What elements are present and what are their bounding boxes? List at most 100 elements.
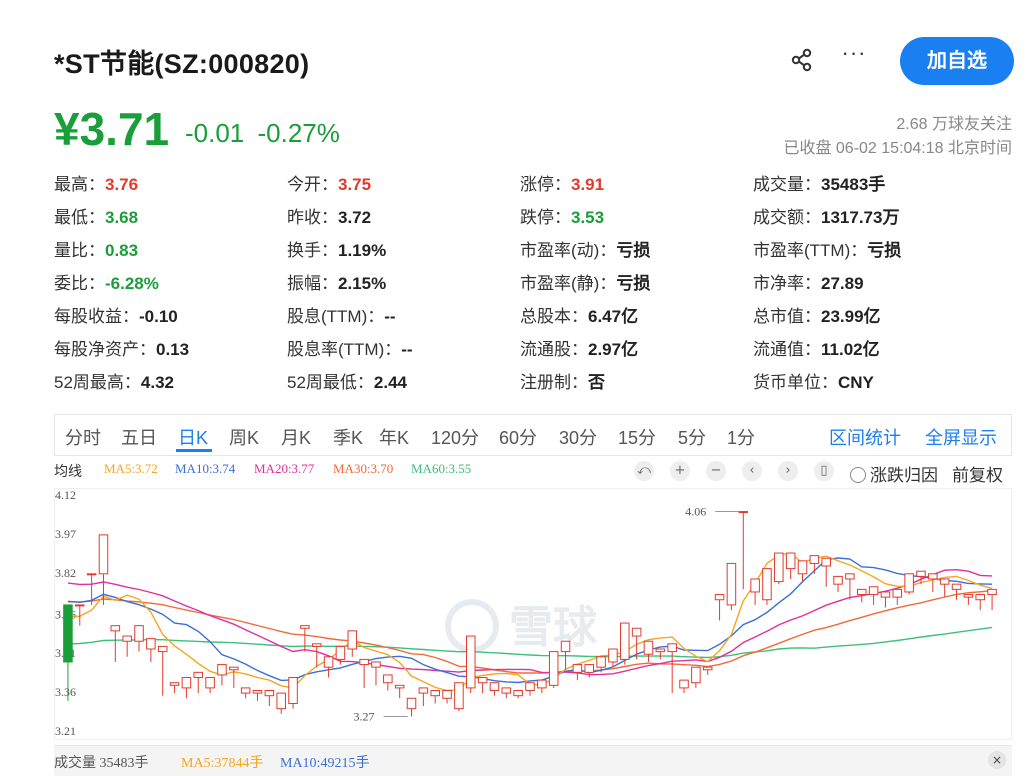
- candle: [454, 682, 464, 712]
- candle: [845, 573, 855, 600]
- candle: [442, 690, 452, 704]
- close-icon[interactable]: ×: [988, 751, 1006, 769]
- quote-label: 市盈率(TTM)：: [753, 241, 868, 260]
- candle-body: [904, 573, 914, 593]
- quote-label: 成交额：: [753, 208, 821, 227]
- candle: [122, 635, 132, 657]
- range-stats-link[interactable]: 区间统计: [829, 424, 901, 450]
- quote-value: 35483手: [821, 175, 886, 194]
- candle-body: [963, 594, 974, 598]
- reset-icon[interactable]: ⤺: [634, 461, 654, 481]
- ma10-label: MA10:3.74: [175, 461, 236, 476]
- candle: [513, 690, 523, 699]
- change-value: -0.01: [185, 118, 245, 148]
- quote-label: 总市值：: [753, 307, 821, 326]
- quote-cell: 昨收：3.72: [287, 203, 520, 228]
- limit-attribution-toggle[interactable]: 涨跌归因: [850, 461, 938, 486]
- quote-value: 3.53: [571, 208, 605, 227]
- candle-body: [726, 562, 737, 606]
- quote-value: 0.83: [105, 241, 139, 260]
- quote-value: 23.99亿: [821, 307, 881, 326]
- candle-body: [169, 682, 180, 686]
- candle-body: [501, 687, 512, 694]
- quote-value: 3.72: [338, 208, 372, 227]
- quote-label: 股息(TTM)：: [287, 307, 385, 326]
- tab-period[interactable]: 日K: [178, 424, 208, 450]
- volume-label: 成交量 35483手: [54, 756, 149, 771]
- candle-body: [335, 645, 346, 660]
- candle: [608, 648, 618, 668]
- kline-svg: 4.123.973.823.663.513.363.21雪球4.063.27: [54, 488, 1012, 740]
- volume-legend-row: 成交量 35483手 MA5:37844手 MA10:49215手 ×: [54, 745, 1012, 776]
- candle-body: [880, 591, 891, 598]
- more-button[interactable]: ···: [840, 42, 868, 72]
- candle-body: [750, 578, 760, 593]
- candle: [785, 552, 796, 579]
- quote-cell: 总市值：23.99亿: [753, 302, 986, 327]
- zoom-out-icon[interactable]: −: [706, 461, 726, 481]
- quote-cell: 量比：0.83: [54, 236, 287, 261]
- fullscreen-link[interactable]: 全屏显示: [925, 424, 997, 450]
- kline-chart[interactable]: 4.123.973.823.663.513.363.21雪球4.063.27: [54, 488, 1012, 740]
- candle: [714, 594, 725, 621]
- tab-period[interactable]: 60分: [499, 424, 537, 450]
- tab-period[interactable]: 分时: [65, 424, 101, 450]
- candle: [548, 651, 559, 688]
- tab-period[interactable]: 15分: [618, 424, 656, 450]
- tab-period[interactable]: 1分: [727, 424, 755, 450]
- radio-icon[interactable]: [850, 467, 866, 483]
- quote-cell: 成交量：35483手: [753, 170, 986, 195]
- quote-cell: 总股本：6.47亿: [520, 302, 753, 327]
- candle-body: [465, 635, 476, 689]
- adjust-selector[interactable]: 前复权: [952, 461, 1003, 486]
- add-watchlist-button[interactable]: 加自选: [900, 37, 1014, 85]
- tab-period[interactable]: 5分: [678, 424, 706, 450]
- period-tabs: 区间统计 全屏显示 分时 五日 日K 周K 月K 季K 年K 120分 60分 30分 15分 5分 1…: [54, 414, 1012, 456]
- volume-ma5: MA5:37844手: [181, 756, 264, 771]
- pan-left-icon[interactable]: ‹: [742, 461, 762, 481]
- candle: [679, 679, 689, 694]
- quote-value: 亏损: [616, 241, 651, 260]
- candle: [181, 677, 192, 699]
- candle: [975, 594, 985, 611]
- tab-period[interactable]: 年K: [379, 424, 409, 450]
- quote-label: 今开：: [287, 175, 338, 194]
- candle-body: [939, 578, 950, 585]
- tab-period[interactable]: 周K: [229, 424, 259, 450]
- quote-value: -0.10: [139, 307, 178, 326]
- candle: [146, 638, 156, 662]
- quote-row: 最高：3.76 今开：3.75 涨停：3.91 成交量：35483手: [54, 166, 1014, 199]
- candle: [169, 682, 180, 694]
- candle-body: [122, 635, 132, 642]
- candle-body: [762, 568, 772, 601]
- candle-body: [359, 658, 369, 666]
- candle-body: [394, 684, 405, 689]
- candle-body: [667, 643, 677, 653]
- share-button[interactable]: [788, 46, 816, 74]
- candle-body: [193, 671, 204, 679]
- tab-period[interactable]: 30分: [559, 424, 597, 450]
- zoom-in-icon[interactable]: +: [670, 461, 690, 481]
- candle-body: [430, 690, 440, 697]
- quote-value: 3.68: [105, 208, 139, 227]
- quote-row: 委比：-6.28% 振幅：2.15% 市盈率(静)：亏损 市净率：27.89: [54, 265, 1014, 298]
- candle-body: [809, 555, 820, 564]
- quote-label: 换手：: [287, 241, 338, 260]
- ma30-label: MA30:3.70: [333, 461, 394, 476]
- tab-period[interactable]: 五日: [121, 424, 157, 450]
- candle: [620, 622, 630, 665]
- candle-style-icon[interactable]: ▯: [814, 461, 834, 481]
- quote-value: 6.47亿: [588, 307, 639, 326]
- quote-row: 每股收益：-0.10 股息(TTM)：-- 总股本：6.47亿 总市值：23.99亿: [54, 298, 1014, 331]
- quote-label: 流通股：: [520, 340, 588, 359]
- pan-right-icon[interactable]: ›: [778, 461, 798, 481]
- candle-body: [833, 575, 843, 585]
- candle: [300, 625, 310, 652]
- volume-ma10: MA10:49215手: [280, 756, 370, 771]
- tab-period[interactable]: 月K: [281, 424, 311, 450]
- quote-value: 2.97亿: [588, 340, 639, 359]
- tab-period[interactable]: 120分: [431, 424, 479, 450]
- candle: [738, 511, 749, 590]
- tab-period[interactable]: 季K: [333, 424, 363, 450]
- candle: [134, 625, 144, 652]
